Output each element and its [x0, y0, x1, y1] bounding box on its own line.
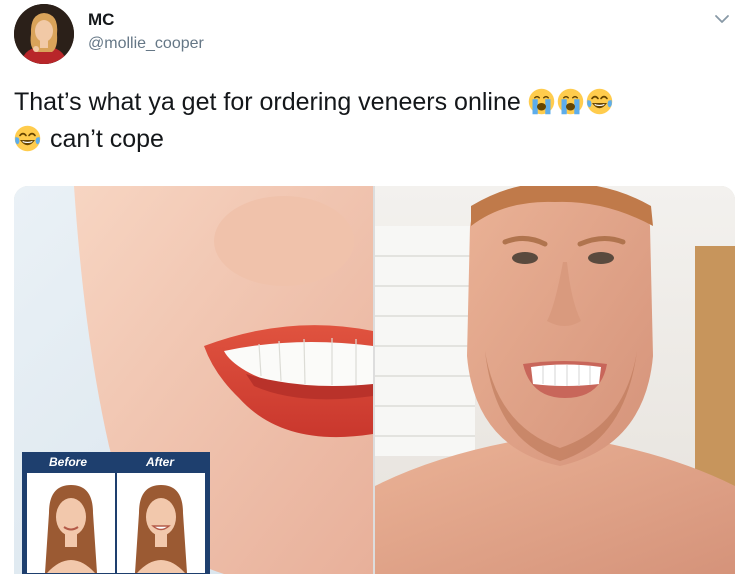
loudly-crying-face-icon	[557, 88, 584, 115]
user-handle[interactable]: @mollie_cooper	[88, 33, 204, 55]
media-photo-veneer-advert[interactable]: Before After	[14, 186, 373, 574]
author-block: MC @mollie_cooper	[88, 10, 204, 55]
tweet-text-line-1: That’s what ya get for ordering veneers …	[14, 84, 729, 121]
after-label: After	[145, 455, 174, 469]
tweet-text-part-2: can’t cope	[49, 125, 164, 153]
loudly-crying-face-icon	[528, 88, 555, 115]
face-with-tears-of-joy-icon	[586, 88, 613, 115]
face-with-tears-of-joy-icon	[14, 125, 41, 152]
man-selfie-image	[375, 186, 735, 574]
avatar-photo	[14, 4, 74, 64]
after-photo	[117, 473, 205, 573]
tweet: MC @mollie_cooper That’s what ya get for…	[0, 0, 743, 574]
chevron-down-icon[interactable]	[711, 10, 733, 28]
tweet-text: That’s what ya get for ordering veneers …	[14, 84, 729, 158]
tweet-text-line-2: can’t cope	[14, 121, 729, 158]
display-name[interactable]: MC	[88, 10, 204, 30]
avatar[interactable]	[14, 4, 74, 64]
before-photo	[27, 473, 115, 573]
tweet-media[interactable]: Before After	[14, 186, 735, 574]
before-label: Before	[48, 455, 87, 469]
media-photo-man-veneers[interactable]	[375, 186, 735, 574]
before-after-inset: Before After	[22, 452, 210, 574]
tweet-text-part-1: That’s what ya get for ordering veneers …	[14, 88, 521, 116]
